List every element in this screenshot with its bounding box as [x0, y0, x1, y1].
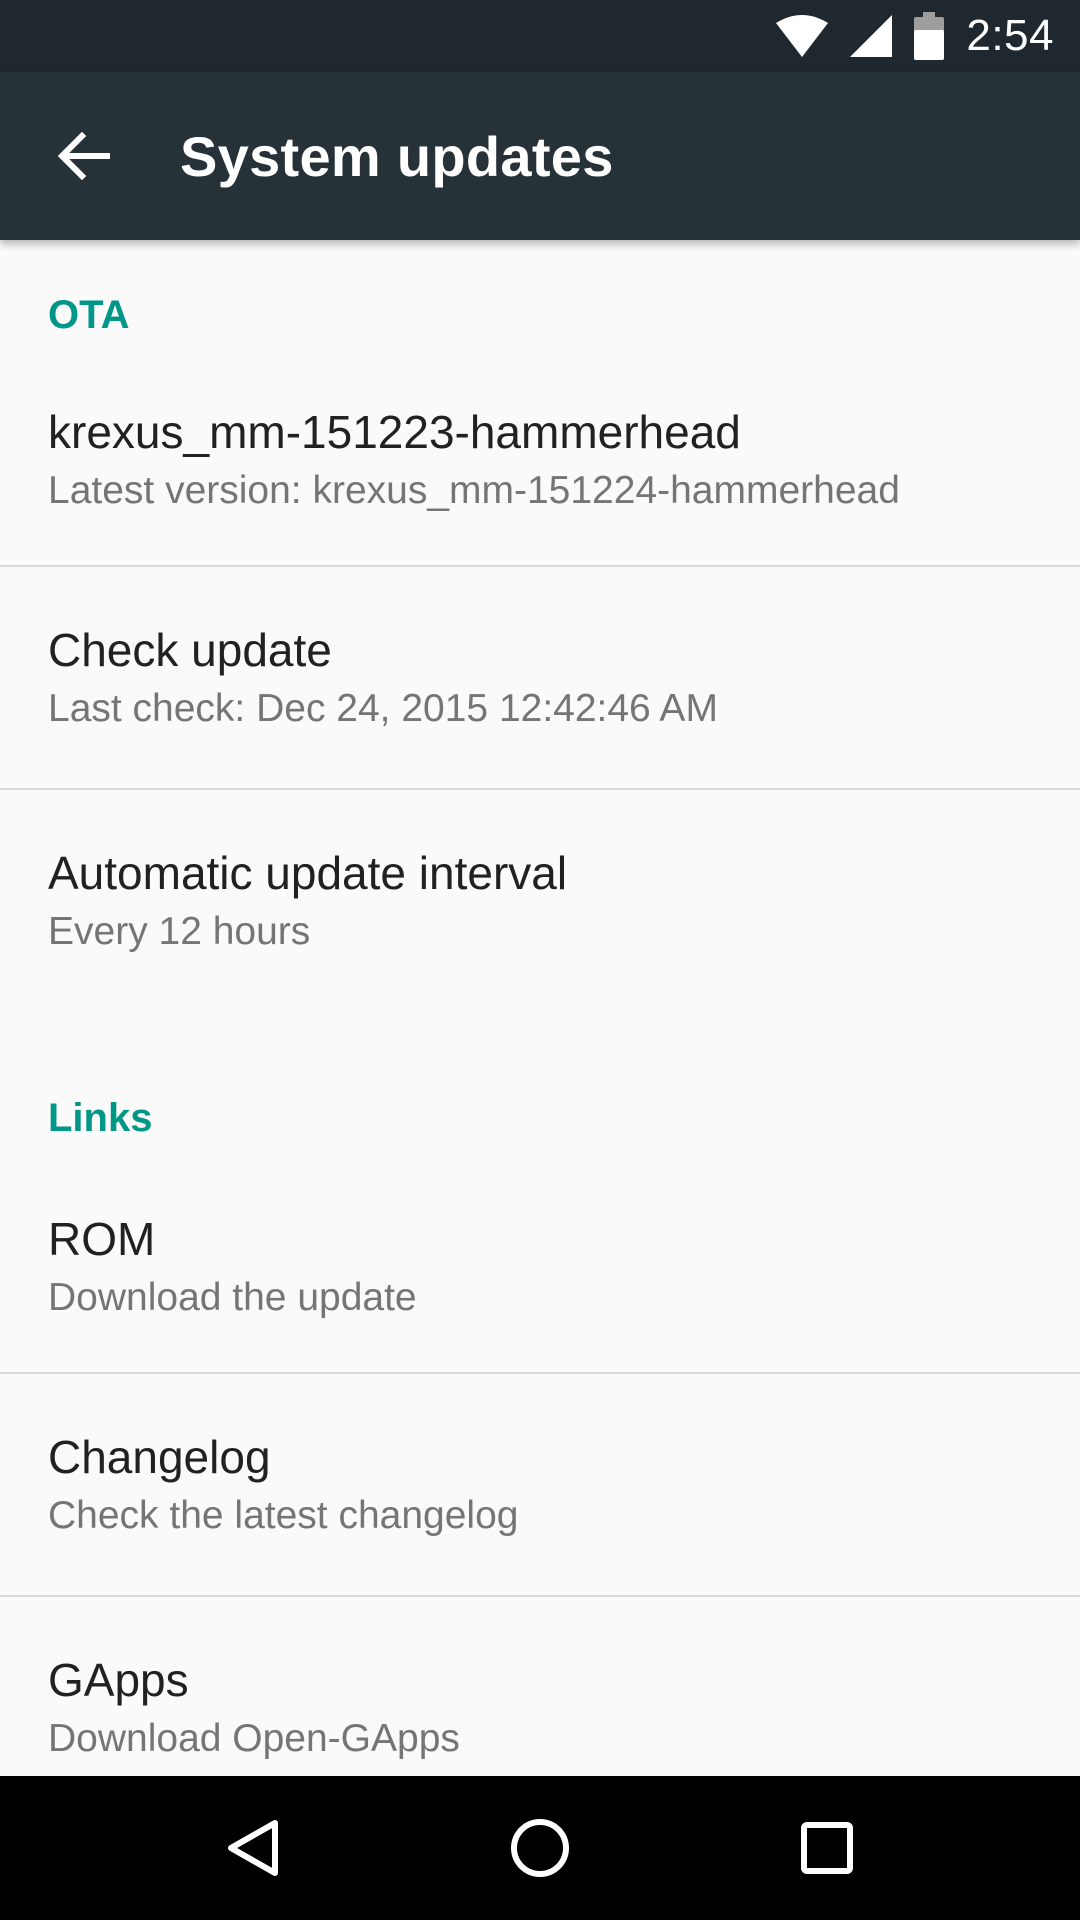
pref-rom[interactable]: ROM Download the update — [0, 1161, 1080, 1372]
pref-title: GApps — [48, 1653, 189, 1706]
wifi-icon — [776, 15, 829, 57]
arrow-back-icon[interactable] — [48, 120, 120, 192]
pref-current-version[interactable]: krexus_mm-151223-hammerhead Latest versi… — [0, 354, 1080, 565]
pref-title: ROM — [48, 1212, 156, 1265]
recents-square-icon[interactable] — [777, 1798, 877, 1898]
pref-summary: Check the latest changelog — [48, 1493, 519, 1537]
cell-signal-icon — [850, 15, 893, 57]
pref-summary: Last check: Dec 24, 2015 12:42:46 AM — [48, 686, 718, 730]
pref-title: Changelog — [48, 1430, 271, 1483]
pref-summary: Every 12 hours — [48, 909, 311, 953]
pref-title: krexus_mm-151223-hammerhead — [48, 405, 741, 458]
category-header-links: Links — [48, 1096, 153, 1140]
pref-summary: Latest version: krexus_mm-151224-hammerh… — [48, 468, 900, 512]
back-triangle-icon[interactable] — [203, 1798, 303, 1898]
preferences-list: OTA krexus_mm-151223-hammerhead Latest v… — [0, 240, 1080, 1776]
battery-icon — [914, 12, 945, 60]
status-bar: 2:54 — [0, 0, 1080, 72]
home-circle-icon[interactable] — [490, 1798, 590, 1898]
pref-summary: Download the update — [48, 1275, 417, 1319]
toolbar: System updates — [0, 72, 1080, 240]
pref-title: Automatic update interval — [48, 846, 568, 899]
navigation-bar — [0, 1776, 1080, 1920]
pref-update-interval[interactable]: Automatic update interval Every 12 hours — [0, 790, 1080, 1011]
pref-check-update[interactable]: Check update Last check: Dec 24, 2015 12… — [0, 567, 1080, 788]
category-header-ota: OTA — [48, 293, 130, 337]
pref-changelog[interactable]: Changelog Check the latest changelog — [0, 1374, 1080, 1595]
pref-title: Check update — [48, 623, 332, 676]
status-time: 2:54 — [966, 11, 1054, 60]
page-title: System updates — [180, 124, 614, 188]
pref-summary: Download Open-GApps — [48, 1716, 460, 1760]
